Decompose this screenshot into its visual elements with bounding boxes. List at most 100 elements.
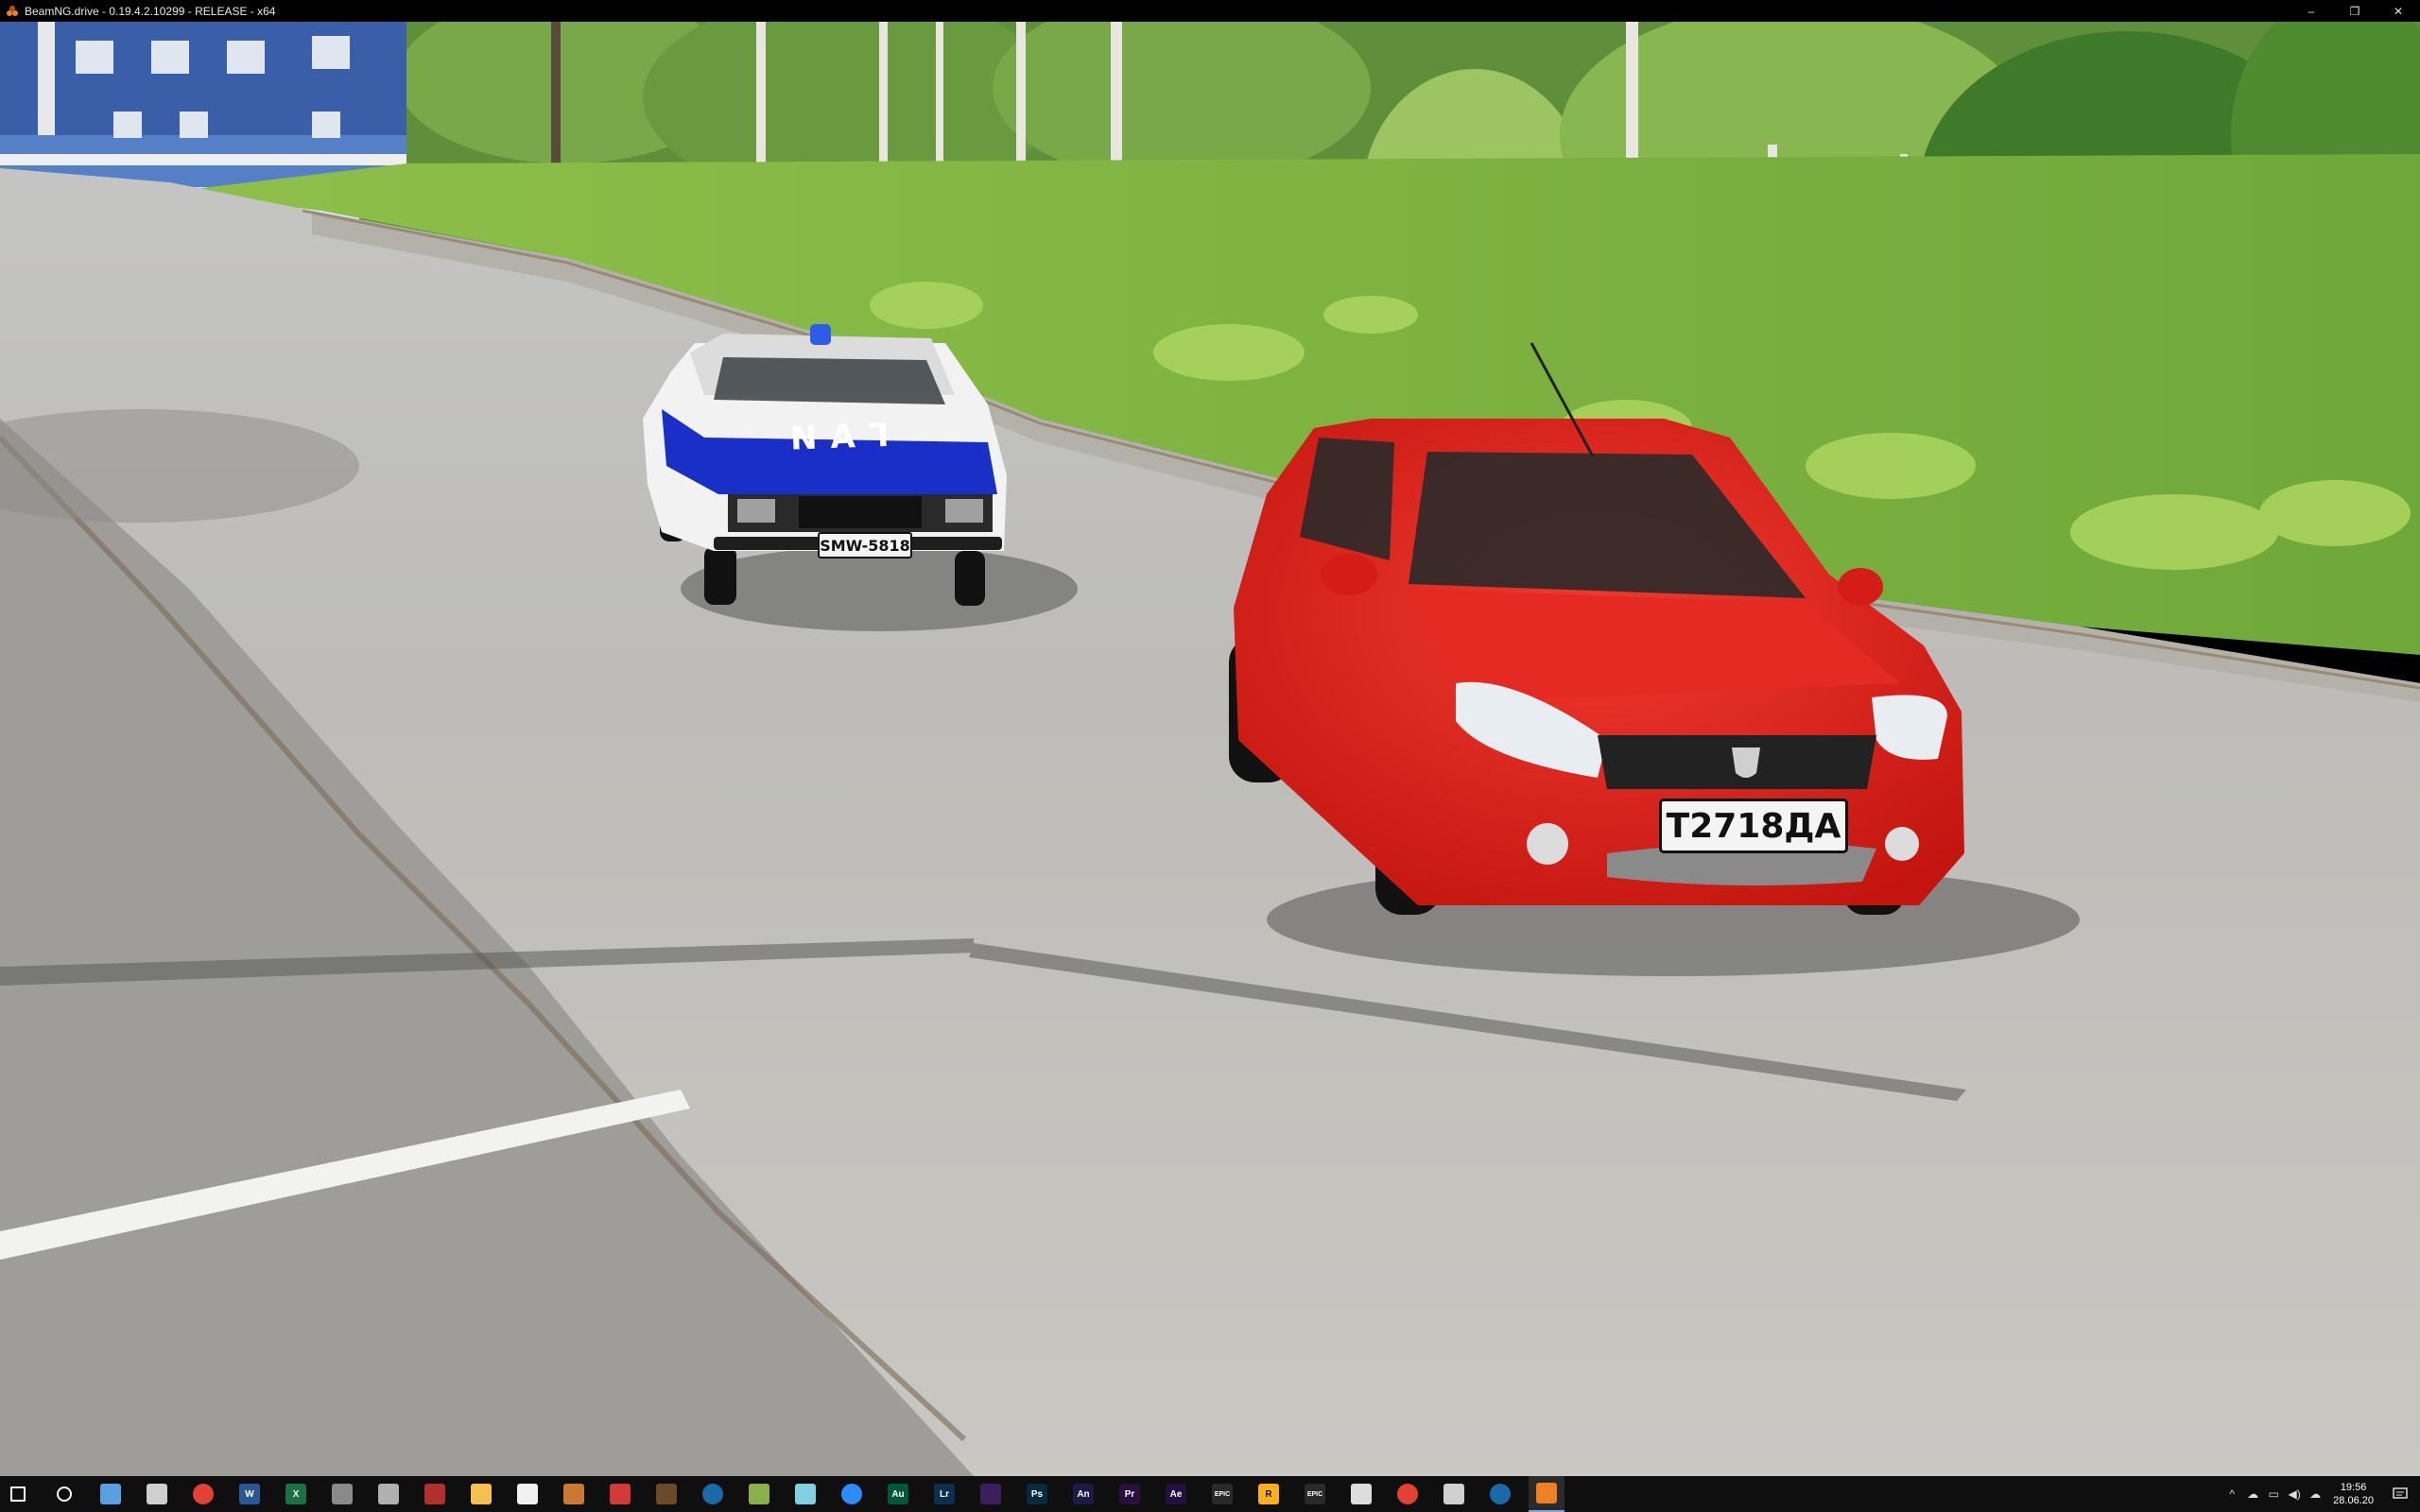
after-effects-icon: Ae [1166,1484,1186,1504]
taskbar-beamng-button[interactable] [1529,1476,1564,1512]
taskbar-photoshop-button[interactable]: Ps [1019,1476,1055,1512]
window-title: BeamNG.drive - 0.19.4.2.10299 - RELEASE … [25,4,276,18]
red-car-mirror-left [1321,554,1377,595]
minimize-button[interactable]: – [2290,0,2333,22]
maximize-button[interactable]: ❐ [2333,0,2377,22]
police-car-plate: SMW-5818 [818,532,912,558]
clock-date: 28.06.20 [2333,1495,2374,1506]
taskbar-media-encoder-button[interactable] [973,1476,1009,1512]
calculator-icon [147,1484,167,1504]
steam-2-icon [1490,1484,1511,1504]
steam-icon [702,1484,723,1504]
taskbar-chrome-2-button[interactable] [1390,1476,1426,1512]
taskbar-zoom-button[interactable] [834,1476,870,1512]
taskbar-rockstar-button[interactable]: R [1251,1476,1287,1512]
taskbar-calculator-button[interactable] [139,1476,175,1512]
police-car-shadow [681,546,1078,631]
system-tray: ^ ☁ ▭ ◀) ☁ 19:56 28.06.20 [2221,1476,2420,1512]
chrome-icon [193,1484,214,1504]
taskbar-search-button[interactable] [46,1476,82,1512]
app-box-icon [1443,1484,1464,1504]
taskbar-word-button[interactable]: W [232,1476,268,1512]
taskbar-excel-button[interactable]: X [278,1476,314,1512]
taskbar-start-button[interactable] [0,1476,36,1512]
epic-games-1-icon: EPIC [1212,1484,1233,1504]
chrome-2-icon [1397,1484,1418,1504]
audition-icon: Au [888,1484,908,1504]
taskbar-file-explorer-button[interactable] [463,1476,499,1512]
lightroom-icon: Lr [934,1484,955,1504]
police-car-windshield [714,357,945,404]
red-car-mirror-right [1838,568,1883,606]
animate-icon: An [1073,1484,1094,1504]
taskbar-app-gray-2-button[interactable] [371,1476,406,1512]
clock-time: 19:56 [2340,1482,2367,1493]
excel-icon: X [285,1484,306,1504]
blue-house [0,22,406,187]
search-icon [57,1486,72,1502]
taskbar-minecraft-button[interactable] [648,1476,684,1512]
taskbar-steam-button[interactable] [695,1476,731,1512]
taskbar-lightroom-button[interactable]: Lr [926,1476,962,1512]
game-scene [0,22,2420,1476]
app-gray-1-icon [332,1484,353,1504]
taskbar-app-g-button[interactable] [1343,1476,1379,1512]
taskbar-app-build-button[interactable] [741,1476,777,1512]
red-car-foglight-left [1527,823,1568,865]
taskbar-app-box-button[interactable] [1436,1476,1472,1512]
taskbar-epic-games-2-button[interactable]: EPIC [1297,1476,1333,1512]
cloud-sync-icon[interactable]: ☁ [2308,1486,2323,1502]
beamng-icon [1536,1483,1557,1503]
app-red-icon [610,1484,631,1504]
epic-games-2-icon: EPIC [1305,1484,1325,1504]
onedrive-icon[interactable]: ☁ [2245,1486,2260,1502]
photoshop-icon: Ps [1027,1484,1047,1504]
app-cyan-icon [795,1484,816,1504]
show-hidden-icons-icon[interactable]: ^ [2224,1486,2239,1502]
taskbar-epic-games-1-button[interactable]: EPIC [1204,1476,1240,1512]
taskbar-steam-2-button[interactable] [1482,1476,1518,1512]
volume-icon[interactable]: ◀) [2287,1486,2302,1502]
taskbar-chrome-button[interactable] [185,1476,221,1512]
police-car-wheel-left [704,546,736,605]
windows-taskbar: W X Au Lr Ps An Pr Ae EPIC R EPIC ^ ☁ ▭ ◀) ☁ 19:56… [0,1476,2420,1512]
taskbar-app-cyan-button[interactable] [787,1476,823,1512]
red-car-plate: T2718ДА [1659,799,1848,853]
file-explorer-icon [471,1484,492,1504]
start-icon [10,1486,26,1502]
police-car-wheel-right [955,551,985,606]
red-car-foglight-right [1885,827,1919,861]
minecraft-icon [656,1484,677,1504]
app-g-icon [1351,1484,1372,1504]
game-viewport[interactable]: ГАИ SMW-5818 T2718ДА [0,22,2420,1476]
taskbar-audition-button[interactable]: Au [880,1476,916,1512]
app-build-icon [749,1484,769,1504]
taskbar-app-red-button[interactable] [602,1476,638,1512]
taskbar-app-gray-1-button[interactable] [324,1476,360,1512]
media-encoder-icon [980,1484,1001,1504]
police-car-door-text: ГАИ [776,416,890,459]
taskbar-app-pin-button[interactable] [417,1476,453,1512]
taskbar-apps: W X Au Lr Ps An Pr Ae EPIC R EPIC [0,1476,1575,1512]
window-titlebar[interactable]: BeamNG.drive - 0.19.4.2.10299 - RELEASE … [0,0,2420,22]
taskbar-premiere-button[interactable]: Pr [1112,1476,1148,1512]
clock[interactable]: 19:56 28.06.20 [2333,1481,2374,1507]
taskbar-notepad-button[interactable] [510,1476,545,1512]
police-car-beacon [810,324,831,345]
app-pin-icon [424,1484,445,1504]
network-icon[interactable]: ▭ [2266,1486,2281,1502]
word-icon: W [239,1484,260,1504]
beamng-logo-icon [6,5,19,18]
taskbar-explorer-window-button[interactable] [93,1476,129,1512]
close-button[interactable]: ✕ [2377,0,2420,22]
taskbar-animate-button[interactable]: An [1065,1476,1101,1512]
app-gray-2-icon [378,1484,399,1504]
taskbar-after-effects-button[interactable]: Ae [1158,1476,1194,1512]
app-tools-icon [563,1484,584,1504]
explorer-window-icon [100,1484,121,1504]
red-car-logo-icon [1732,747,1760,778]
notepad-icon [517,1484,538,1504]
taskbar-app-tools-button[interactable] [556,1476,592,1512]
premiere-icon: Pr [1119,1484,1140,1504]
notifications-icon[interactable] [2390,1486,2411,1502]
